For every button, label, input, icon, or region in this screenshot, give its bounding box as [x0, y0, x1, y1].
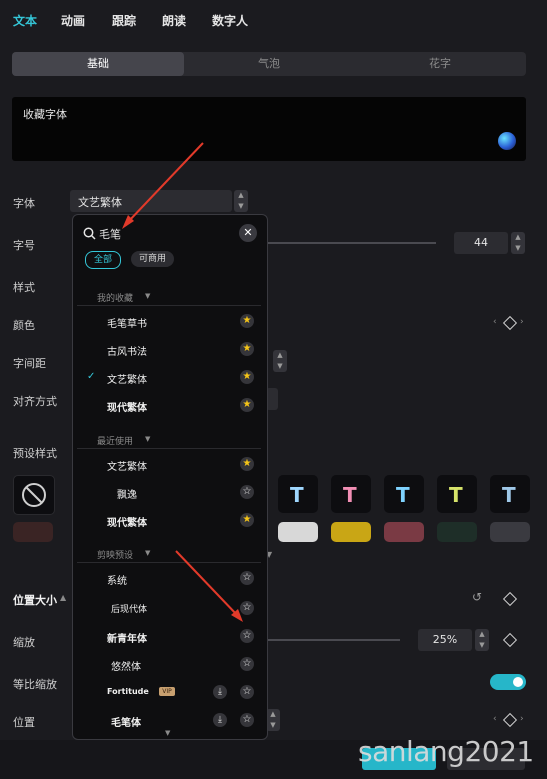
- arrow-to-star: [175, 550, 239, 617]
- annotation-arrows: [122, 142, 243, 622]
- arrow-to-search: [126, 142, 204, 224]
